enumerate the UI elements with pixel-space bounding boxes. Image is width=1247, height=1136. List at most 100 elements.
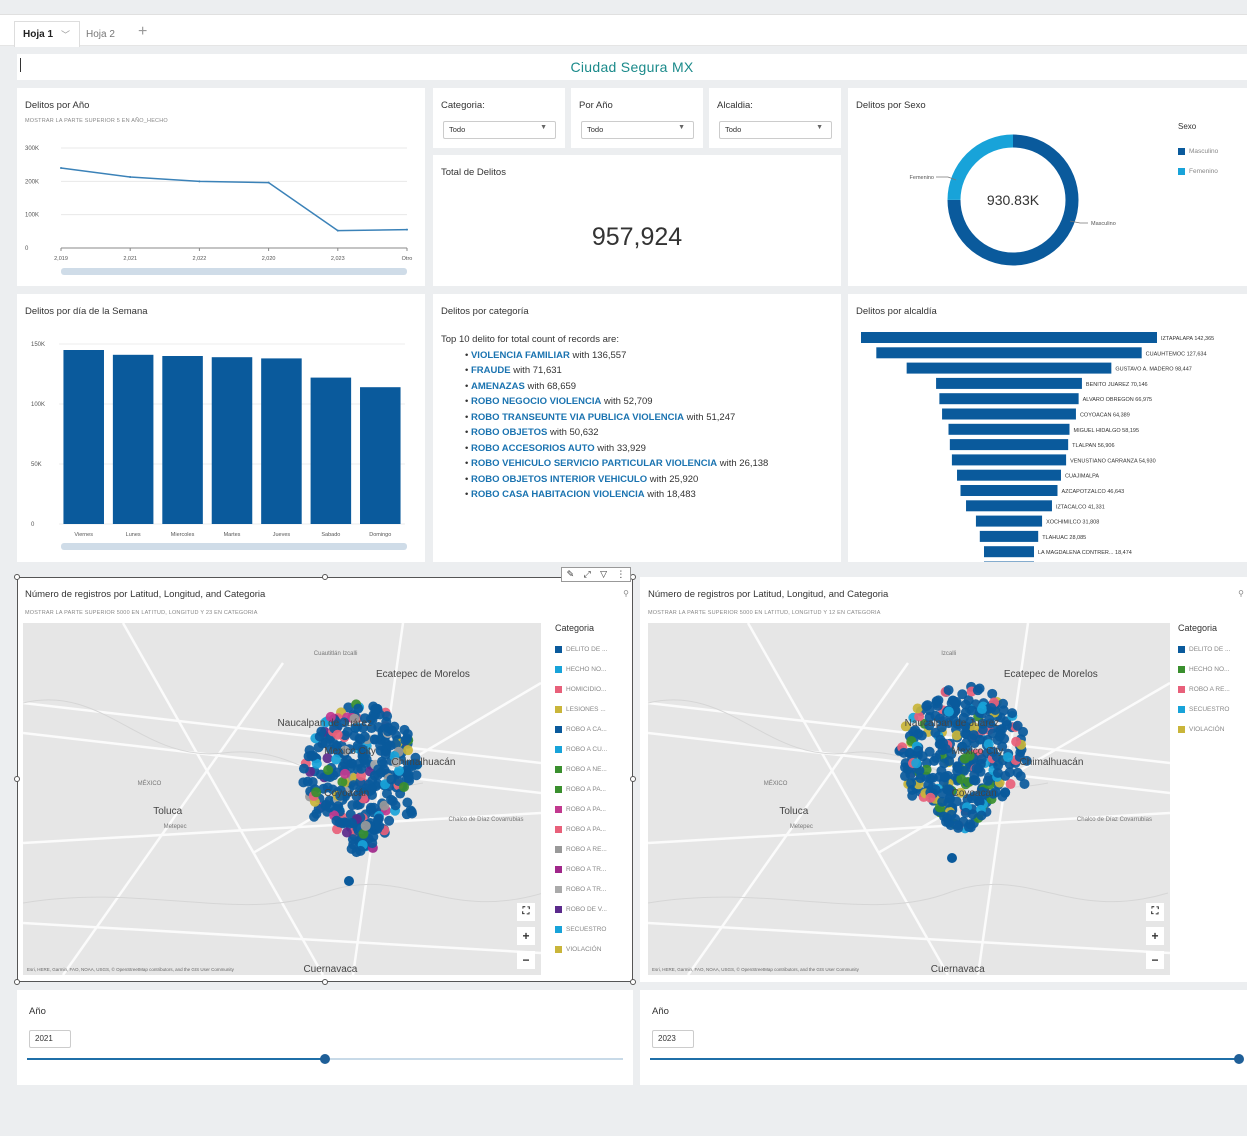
funnel-bar[interactable]: [939, 393, 1079, 405]
legend-item[interactable]: ROBO A RE...: [1178, 679, 1230, 699]
map-point[interactable]: [933, 695, 944, 706]
bar-lunes[interactable]: [112, 354, 154, 524]
map-point[interactable]: [931, 752, 942, 763]
legend-item[interactable]: HECHO NO...: [555, 659, 607, 679]
funnel-bar[interactable]: [949, 439, 1069, 451]
map-point[interactable]: [375, 740, 386, 751]
map-point[interactable]: [323, 764, 334, 775]
slider-value-input[interactable]: 2021: [29, 1030, 71, 1048]
legend-item[interactable]: ROBO A PA...: [555, 819, 607, 839]
map-point[interactable]: [373, 813, 384, 824]
categoria-select[interactable]: Todo ▼: [443, 121, 556, 139]
legend-item[interactable]: ROBO A TR...: [555, 859, 607, 879]
map-point[interactable]: [376, 767, 387, 778]
locate-icon[interactable]: ⛶: [1146, 903, 1164, 921]
slider-handle[interactable]: [320, 1054, 330, 1064]
map-point[interactable]: [1012, 720, 1023, 731]
dashboard-title-bar[interactable]: Ciudad Segura MX: [17, 54, 1247, 80]
map-point[interactable]: [380, 749, 391, 760]
funnel-bar[interactable]: [861, 332, 1157, 343]
legend-item[interactable]: HECHO NO...: [1178, 659, 1230, 679]
resize-handle[interactable]: [322, 979, 328, 985]
resize-handle[interactable]: [322, 574, 328, 580]
map-point[interactable]: [911, 758, 922, 769]
legend-item-femenino[interactable]: Femenino: [1178, 161, 1218, 181]
map-point[interactable]: [921, 701, 932, 712]
map-point[interactable]: [370, 703, 381, 714]
funnel-bar[interactable]: [984, 561, 1034, 563]
map-point[interactable]: [974, 683, 985, 694]
legend-item[interactable]: ROBO A CA...: [555, 719, 607, 739]
map-point[interactable]: [385, 740, 396, 751]
map-point[interactable]: [925, 792, 936, 803]
legend-item[interactable]: DELITO DE ...: [1178, 639, 1230, 659]
map-card-right[interactable]: Número de registros por Latitud, Longitu…: [640, 577, 1247, 982]
legend-item[interactable]: SECUESTRO: [555, 919, 607, 939]
funnel-bar[interactable]: [936, 377, 1082, 389]
map-point[interactable]: [939, 772, 950, 783]
delitos-por-anio-card[interactable]: Delitos por Año MOSTRAR LA PARTE SUPERIO…: [17, 88, 425, 286]
map-point[interactable]: [353, 703, 364, 714]
map-point[interactable]: [365, 802, 376, 813]
legend-item[interactable]: ROBO A PA...: [555, 779, 607, 799]
bar-martes[interactable]: [211, 357, 253, 524]
map-point[interactable]: [951, 730, 962, 741]
resize-handle[interactable]: [630, 979, 636, 985]
map-point[interactable]: [967, 809, 978, 820]
delitos-por-categoria-card[interactable]: Delitos por categoría Top 10 delito for …: [433, 294, 841, 562]
resize-handle[interactable]: [14, 574, 20, 580]
add-sheet-icon[interactable]: +: [138, 23, 147, 41]
funnel-bar[interactable]: [966, 500, 1052, 512]
funnel-bar[interactable]: [960, 485, 1058, 496]
total-delitos-card[interactable]: Total de Delitos 957,924: [433, 155, 841, 286]
map-point[interactable]: [311, 787, 322, 798]
map-point[interactable]: [976, 810, 987, 821]
map-point[interactable]: [915, 773, 926, 784]
funnel-bar[interactable]: [975, 515, 1043, 527]
legend-item[interactable]: VIOLACIÓN: [1178, 719, 1230, 739]
map-point[interactable]: [1002, 752, 1013, 763]
map-point[interactable]: [324, 802, 335, 813]
legend-item[interactable]: ROBO DE V...: [555, 899, 607, 919]
data-point[interactable]: [60, 167, 62, 169]
point-map[interactable]: Cuautitlán Izcalli Ecatepec de Morelos Nau…: [23, 623, 541, 975]
chevron-down-icon[interactable]: ﹀: [61, 28, 70, 41]
map-point[interactable]: [950, 814, 961, 825]
zoom-in-button[interactable]: +: [517, 927, 535, 945]
map-point[interactable]: [943, 685, 954, 696]
map-point[interactable]: [986, 703, 997, 714]
map-point[interactable]: [1000, 770, 1011, 781]
tab-hoja-1[interactable]: Hoja 1 ﹀: [14, 21, 80, 47]
map-point[interactable]: [344, 876, 354, 886]
map-point[interactable]: [360, 820, 371, 831]
map-point[interactable]: [993, 760, 1004, 771]
legend-item[interactable]: VIOLACIÓN: [555, 939, 607, 959]
map-point[interactable]: [309, 811, 320, 822]
funnel-bar[interactable]: [984, 546, 1034, 558]
map-point[interactable]: [347, 800, 358, 811]
anio-select[interactable]: Todo ▼: [581, 121, 694, 139]
funnel-bar[interactable]: [942, 408, 1076, 420]
legend-item[interactable]: ROBO A CU...: [555, 739, 607, 759]
bar-domingo[interactable]: [360, 387, 401, 524]
funnel-bar[interactable]: [948, 423, 1070, 435]
data-point[interactable]: [198, 180, 201, 183]
map-point[interactable]: [303, 751, 314, 762]
alcaldia-select[interactable]: Todo ▼: [719, 121, 832, 139]
map-point[interactable]: [355, 845, 366, 856]
map-point[interactable]: [367, 838, 378, 849]
point-map[interactable]: Izcalli Ecatepec de Morelos Naucalpan de J…: [648, 623, 1170, 975]
map-point[interactable]: [970, 775, 981, 786]
delitos-por-alcaldia-card[interactable]: Delitos por alcaldía IZTAPALAPA 142,365 C…: [848, 294, 1247, 562]
chart-scrollbar[interactable]: [61, 543, 407, 550]
map-point[interactable]: [381, 716, 392, 727]
map-point[interactable]: [398, 781, 409, 792]
funnel-bar[interactable]: [876, 347, 1142, 359]
filter-icon[interactable]: ▽: [600, 569, 607, 580]
info-icon[interactable]: ⚲: [1238, 589, 1244, 598]
map-point[interactable]: [1000, 787, 1011, 798]
legend-item[interactable]: ROBO A NE...: [555, 759, 607, 779]
funnel-bar[interactable]: [957, 469, 1061, 481]
map-point[interactable]: [341, 827, 352, 838]
resize-handle[interactable]: [630, 776, 636, 782]
